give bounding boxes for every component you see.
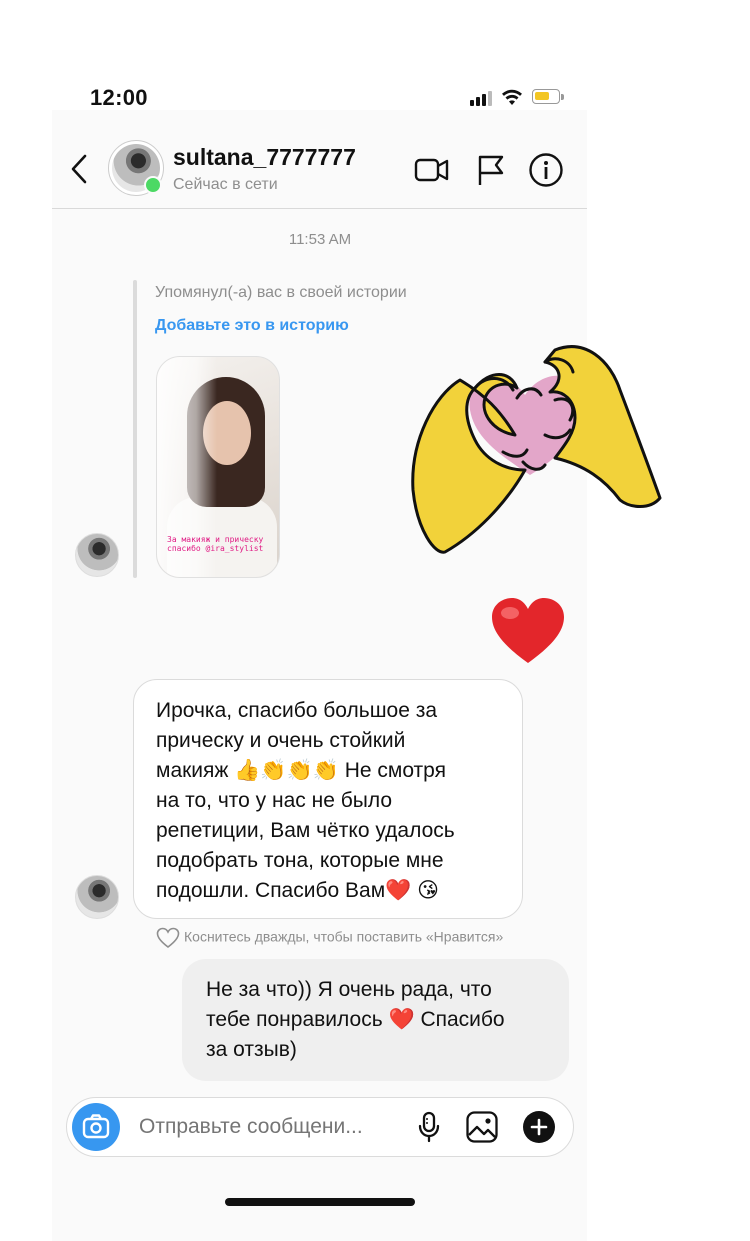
incoming-message-line: прическу и очень стойкий bbox=[156, 729, 406, 752]
signal-icon bbox=[470, 100, 474, 106]
status-icons bbox=[470, 86, 570, 110]
add-to-story-link[interactable]: Добавьте это в историю bbox=[155, 317, 349, 335]
outgoing-message-line: Не за что)) Я очень рада, что bbox=[206, 978, 492, 1001]
flag-icon[interactable] bbox=[472, 152, 508, 188]
heart-hands-sticker bbox=[411, 345, 662, 554]
outgoing-message-line: за отзыв) bbox=[206, 1038, 297, 1061]
double-tap-like-hint[interactable]: Коснитесь дважды, чтобы поставить «Нрави… bbox=[156, 927, 503, 949]
outgoing-message-bubble[interactable]: Не за что)) Я очень рада, что тебе понра… bbox=[182, 959, 569, 1081]
camera-icon bbox=[82, 1114, 110, 1139]
double-tap-like-text: Коснитесь дважды, чтобы поставить «Нрави… bbox=[184, 928, 504, 945]
story-mention-text: Упомянул(-а) вас в своей истории bbox=[155, 284, 407, 301]
incoming-message-bubble[interactable]: Ирочка, спасибо большое за прическу и оч… bbox=[133, 679, 523, 919]
message-timestamp: 11:53 AM bbox=[288, 231, 352, 248]
home-indicator[interactable] bbox=[225, 1198, 415, 1206]
signal-bar bbox=[476, 97, 480, 106]
wifi-icon bbox=[502, 89, 522, 105]
status-time: 12:00 bbox=[90, 85, 148, 110]
plus-icon[interactable] bbox=[522, 1110, 556, 1144]
chat-header: sultana_7777777 Сейчас в сети bbox=[52, 130, 587, 209]
info-icon[interactable] bbox=[528, 152, 564, 188]
incoming-message-line: репетиции, Вам чётко удалось bbox=[156, 819, 455, 842]
battery-icon bbox=[532, 89, 560, 104]
message-input[interactable] bbox=[139, 1115, 399, 1139]
back-chevron-icon[interactable] bbox=[66, 152, 92, 186]
story-thumbnail[interactable]: За макияж и прическу спасибо @ira_stylis… bbox=[156, 356, 280, 578]
incoming-message-line: макияж 👍👏👏👏 Не смотря bbox=[156, 759, 446, 782]
camera-button[interactable] bbox=[72, 1103, 120, 1151]
incoming-message-line: Ирочка, спасибо большое за bbox=[156, 699, 438, 722]
signal-bar bbox=[482, 94, 486, 106]
battery-level bbox=[535, 92, 549, 100]
sender-avatar[interactable] bbox=[75, 875, 119, 919]
online-status-dot bbox=[144, 176, 162, 194]
gallery-icon[interactable] bbox=[465, 1110, 499, 1144]
outgoing-message-line: тебе понравилось ❤️ Спасибо bbox=[206, 1008, 505, 1031]
microphone-icon[interactable] bbox=[412, 1110, 446, 1144]
story-quote-line bbox=[133, 280, 137, 578]
username[interactable]: sultana_7777777 bbox=[173, 144, 356, 171]
incoming-message-line: подошли. Спасибо Вам❤️ 😘 bbox=[156, 879, 440, 902]
message-composer bbox=[66, 1097, 574, 1157]
battery-tip bbox=[561, 94, 564, 100]
heart-outline-icon bbox=[156, 927, 180, 949]
incoming-message-line: подобрать тона, которые мне bbox=[156, 849, 444, 872]
sender-avatar[interactable] bbox=[75, 533, 119, 577]
heart-emoji[interactable] bbox=[490, 597, 566, 667]
signal-bar bbox=[488, 91, 492, 106]
incoming-message-line: на то, что у нас не было bbox=[156, 789, 393, 812]
video-call-icon[interactable] bbox=[414, 152, 450, 188]
presence-status: Сейчас в сети bbox=[173, 176, 278, 193]
story-caption: За макияж и прическу спасибо @ira_stylis… bbox=[167, 535, 264, 553]
